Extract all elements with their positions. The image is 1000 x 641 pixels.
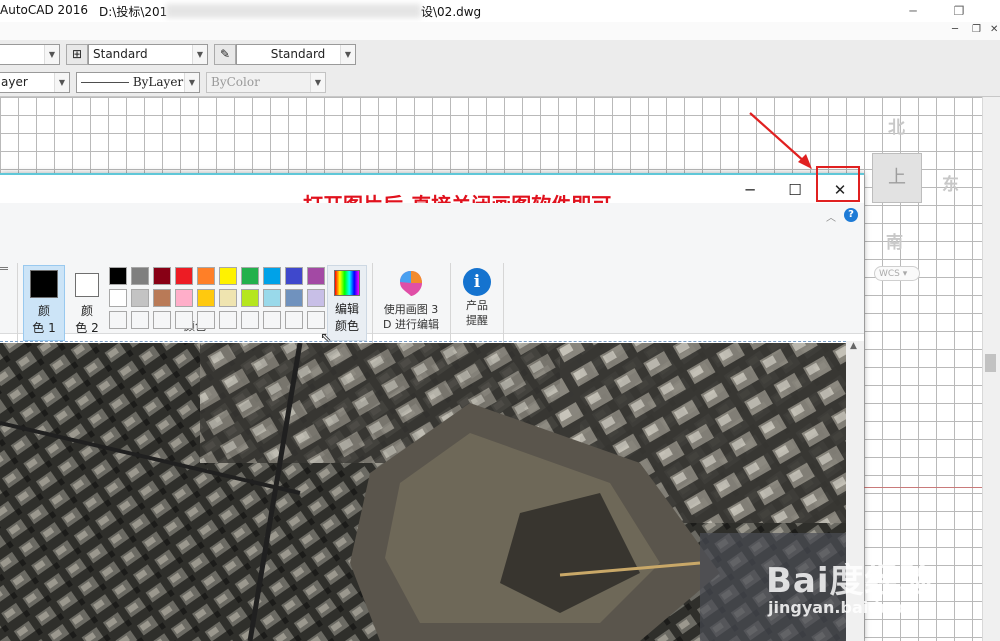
palette-color-swatch[interactable] bbox=[131, 289, 149, 307]
palette-custom-slot[interactable] bbox=[197, 311, 215, 329]
blurred-path bbox=[166, 4, 421, 18]
palette-color-swatch[interactable] bbox=[109, 267, 127, 285]
styles-toolbar: ▼ ⊞ Standard ▼ ✎ Standard ▼ bbox=[0, 40, 1000, 68]
palette-custom-slot[interactable] bbox=[241, 311, 259, 329]
wcs-menu[interactable]: WCS ▾ bbox=[874, 266, 920, 281]
red-arrow-icon bbox=[749, 112, 812, 169]
dim-style-dropdown[interactable]: Standard ▼ bbox=[88, 44, 208, 65]
help-icon[interactable]: ? bbox=[844, 208, 858, 222]
palette-color-swatch[interactable] bbox=[307, 289, 325, 307]
scroll-up-icon[interactable]: ▲ bbox=[850, 341, 857, 351]
linetype-dropdown[interactable]: ―――― ByLayer ▼ bbox=[76, 72, 200, 93]
file-path-prefix: D:\投标\201 bbox=[99, 5, 168, 19]
edit-colors-button[interactable]: 编辑 颜色 bbox=[327, 265, 367, 341]
drawing-line bbox=[862, 487, 982, 488]
palette-custom-slot[interactable] bbox=[131, 311, 149, 329]
paint-minimize-button[interactable]: ─ bbox=[727, 175, 773, 205]
aerial-photo[interactable] bbox=[0, 343, 846, 641]
palette-color-swatch[interactable] bbox=[153, 267, 171, 285]
color2-button[interactable]: 颜 色 2 bbox=[66, 265, 108, 341]
palette-color-swatch[interactable] bbox=[219, 267, 237, 285]
palette-color-swatch[interactable] bbox=[131, 267, 149, 285]
palette-color-swatch[interactable] bbox=[307, 267, 325, 285]
text-style-dropdown[interactable]: ▼ bbox=[0, 44, 60, 65]
compass-north[interactable]: 北 bbox=[888, 113, 905, 138]
palette-custom-slot[interactable] bbox=[285, 311, 303, 329]
palette-color-swatch[interactable] bbox=[241, 289, 259, 307]
size-icon[interactable] bbox=[0, 267, 8, 300]
viewcube-top-face[interactable]: 上 bbox=[872, 153, 922, 203]
scrollbar-thumb[interactable] bbox=[985, 354, 996, 372]
paint3d-icon bbox=[400, 271, 422, 296]
doc-restore-button[interactable]: ❐ bbox=[972, 24, 981, 35]
paint3d-button[interactable]: 使用画图 3 D 进行编辑 bbox=[376, 265, 446, 341]
palette-color-swatch[interactable] bbox=[175, 289, 193, 307]
table-style-icon[interactable]: ✎ bbox=[214, 44, 236, 65]
info-icon: i bbox=[463, 268, 491, 296]
palette-color-swatch[interactable] bbox=[285, 267, 303, 285]
autocad-title-bar: AutoCAD 2016 D:\投标\201 设\02.dwg ─ ❐ bbox=[0, 0, 1000, 23]
palette-custom-slot[interactable] bbox=[219, 311, 237, 329]
doc-minimize-button[interactable]: ─ bbox=[952, 24, 958, 35]
palette-color-swatch[interactable] bbox=[263, 267, 281, 285]
palette-custom-slot[interactable] bbox=[263, 311, 281, 329]
restore-button[interactable]: ❐ bbox=[936, 0, 982, 22]
app-title: AutoCAD 2016 bbox=[0, 3, 89, 17]
palette-custom-slot[interactable] bbox=[109, 311, 127, 329]
layer-dropdown[interactable]: ayer ▼ bbox=[0, 72, 70, 93]
paint-window: ─ ☐ ✕ 打开图片后-直接关闭画图软件即可 ︿ ? 颜 色 1 颜 色 2 编… bbox=[0, 173, 864, 641]
aerial-image bbox=[0, 343, 846, 641]
palette-color-swatch[interactable] bbox=[175, 267, 193, 285]
baidu-watermark: Bai度经验 bbox=[766, 561, 935, 601]
palette-color-swatch[interactable] bbox=[263, 289, 281, 307]
color1-button[interactable]: 颜 色 1 bbox=[23, 265, 65, 341]
minimize-button[interactable]: ─ bbox=[890, 0, 936, 22]
compass-east[interactable]: 东 bbox=[942, 170, 959, 195]
watermark-url: jingyan.baidu.com bbox=[768, 598, 935, 617]
properties-toolbar: ayer ▼ ―――― ByLayer ▼ ByColor ▼ bbox=[0, 68, 1000, 97]
compass-south[interactable]: 南 bbox=[886, 228, 903, 253]
paint-maximize-button[interactable]: ☐ bbox=[772, 175, 818, 205]
palette-color-swatch[interactable] bbox=[197, 267, 215, 285]
palette-custom-slot[interactable] bbox=[307, 311, 325, 329]
paint-ribbon: ︿ ? 颜 色 1 颜 色 2 编辑 颜色 ⇖ 使用画图 3 D 进行编辑 i … bbox=[0, 203, 864, 359]
palette-color-swatch[interactable] bbox=[153, 289, 171, 307]
table-style-dropdown[interactable]: Standard ▼ bbox=[236, 44, 356, 65]
palette-color-swatch[interactable] bbox=[109, 289, 127, 307]
close-highlight-box bbox=[816, 166, 860, 202]
doc-close-button[interactable]: ✕ bbox=[990, 24, 998, 35]
file-path-suffix: 设\02.dwg bbox=[421, 5, 482, 19]
color-dropdown: ByColor ▼ bbox=[206, 72, 326, 93]
collapse-ribbon-icon[interactable]: ︿ bbox=[826, 209, 836, 224]
palette-color-swatch[interactable] bbox=[285, 289, 303, 307]
palette-color-swatch[interactable] bbox=[241, 267, 259, 285]
palette-color-swatch[interactable] bbox=[197, 289, 215, 307]
document-bar: ─ ❐ ✕ bbox=[0, 22, 1000, 41]
dim-style-icon[interactable]: ⊞ bbox=[66, 44, 88, 65]
palette-color-swatch[interactable] bbox=[219, 289, 237, 307]
palette-custom-slot[interactable] bbox=[153, 311, 171, 329]
product-alert-button[interactable]: i 产品 提醒 bbox=[456, 265, 498, 341]
palette-custom-slot[interactable] bbox=[175, 311, 193, 329]
